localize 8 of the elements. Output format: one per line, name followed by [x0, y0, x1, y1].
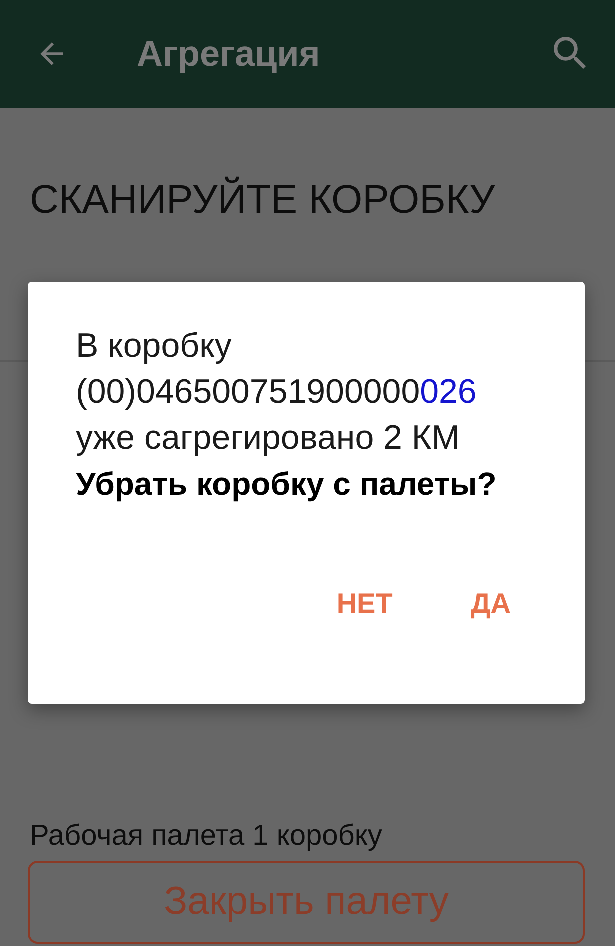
scan-instruction: СКАНИРУЙТЕ КОРОБКУ — [30, 176, 496, 224]
search-icon[interactable] — [554, 37, 588, 71]
dialog-question: Убрать коробку с палеты? — [76, 465, 498, 504]
screen-title: Агрегация — [137, 32, 320, 76]
dialog-button[interactable]: НЕТ — [320, 581, 409, 627]
pallet-status-text: Рабочая палета 1 коробку — [30, 819, 384, 853]
dialog-message: В коробку (00)046500751900000026 уже сагрегировано 2 КМ — [76, 326, 478, 459]
dialog-button[interactable]: ДА — [454, 581, 527, 627]
